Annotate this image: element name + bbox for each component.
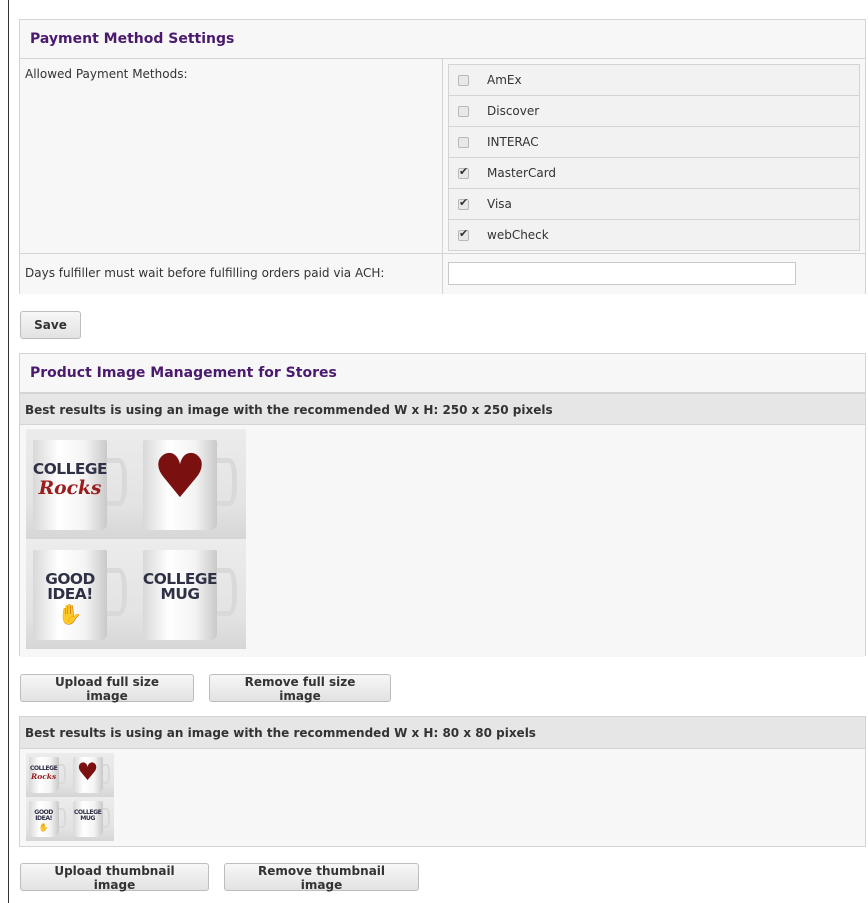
remove-thumbnail-button[interactable]: Remove thumbnail image xyxy=(224,863,419,892)
mastercard-checkbox[interactable] xyxy=(458,165,469,179)
left-border xyxy=(8,0,9,903)
thumbnail-image: COLLEGE Rocks ♥ GOOD IDEA! ✋ COLLEGE MUG xyxy=(26,753,114,841)
heart-icon: ♥ xyxy=(76,758,99,787)
mug-print: COLLEGE Rocks xyxy=(26,460,114,500)
mug-script-text: Rocks xyxy=(38,477,102,500)
mug-script-text: Rocks xyxy=(31,772,57,782)
payment-method-interac[interactable]: INTERAC xyxy=(449,127,859,158)
save-button[interactable]: Save xyxy=(20,311,81,339)
full-size-image-area: COLLEGE Rocks ♥ GOOD IDEA! ✋ COLLEGE MUG xyxy=(20,425,865,657)
payment-method-label: webCheck xyxy=(487,228,549,242)
thumbnail-image-area: COLLEGE Rocks ♥ GOOD IDEA! ✋ COLLEGE MUG xyxy=(20,749,865,846)
mug-text: MUG xyxy=(160,585,200,604)
mug-print: GOOD IDEA! ✋ xyxy=(26,571,114,627)
ach-row: Days fulfiller must wait before fulfilli… xyxy=(20,254,865,294)
thumb-mug-tile: COLLEGE MUG xyxy=(70,797,114,841)
payment-method-list: AmEx Discover INTERAC MasterCard Visa xyxy=(448,64,860,251)
thumbnail-panel: Best results is using an image with the … xyxy=(19,716,866,847)
payment-method-label: AmEx xyxy=(487,73,522,87)
thumbnail-hint: Best results is using an image with the … xyxy=(20,717,865,749)
upload-thumbnail-button[interactable]: Upload thumbnail image xyxy=(20,863,209,892)
payment-method-discover[interactable]: Discover xyxy=(449,96,859,127)
ach-days-input[interactable] xyxy=(448,262,796,285)
mug-print: COLLEGE MUG xyxy=(136,571,224,604)
payment-method-visa[interactable]: Visa xyxy=(449,189,859,220)
interac-checkbox[interactable] xyxy=(458,136,469,148)
webcheck-checkbox[interactable] xyxy=(458,227,469,241)
thumbs-up-icon: ✋ xyxy=(38,822,49,832)
mug-print: COLLEGE MUG xyxy=(70,810,105,822)
full-mug-tile: ♥ xyxy=(136,429,246,539)
payment-method-label: Discover xyxy=(487,104,540,118)
allowed-methods-row: Allowed Payment Methods: AmEx Discover I… xyxy=(20,59,865,254)
payment-method-label: MasterCard xyxy=(487,166,557,180)
upload-full-image-button[interactable]: Upload full size image xyxy=(20,674,194,703)
full-mug-tile: GOOD IDEA! ✋ xyxy=(26,539,136,649)
payment-method-label: INTERAC xyxy=(487,135,539,149)
remove-full-image-button[interactable]: Remove full size image xyxy=(209,674,391,703)
image-management-title: Product Image Management for Stores xyxy=(20,354,865,393)
visa-checkbox[interactable] xyxy=(458,196,469,210)
full-size-hint: Best results is using an image with the … xyxy=(20,393,865,425)
amex-checkbox[interactable] xyxy=(458,74,469,86)
thumb-mug-tile: ♥ xyxy=(70,753,114,797)
full-mug-tile: COLLEGE Rocks xyxy=(26,429,136,539)
ach-cell xyxy=(443,254,865,294)
payment-settings-title: Payment Method Settings xyxy=(20,20,865,59)
allowed-methods-cell: AmEx Discover INTERAC MasterCard Visa xyxy=(443,59,865,253)
payment-method-webcheck[interactable]: webCheck xyxy=(449,220,859,251)
payment-method-label: Visa xyxy=(487,197,512,211)
payment-method-mastercard[interactable]: MasterCard xyxy=(449,158,859,189)
mug-print: GOOD IDEA! ✋ xyxy=(26,810,61,832)
full-mug-tile: COLLEGE MUG xyxy=(136,539,246,649)
mug-text: COLLEGE xyxy=(32,460,108,478)
allowed-methods-label: Allowed Payment Methods: xyxy=(20,59,443,253)
discover-checkbox[interactable] xyxy=(458,105,469,117)
mug-text: MUG xyxy=(80,815,95,823)
full-size-image: COLLEGE Rocks ♥ GOOD IDEA! ✋ COLLEGE MUG xyxy=(26,429,246,649)
image-management-panel: Product Image Management for Stores Best… xyxy=(19,353,866,657)
payment-method-amex[interactable]: AmEx xyxy=(449,65,859,96)
heart-icon: ♥ xyxy=(152,441,208,512)
ach-label: Days fulfiller must wait before fulfilli… xyxy=(20,254,443,294)
mug-text: IDEA! xyxy=(47,585,93,604)
thumbs-up-icon: ✋ xyxy=(57,602,83,626)
thumb-mug-tile: GOOD IDEA! ✋ xyxy=(26,797,70,841)
mug-print: COLLEGE Rocks xyxy=(26,766,61,782)
payment-settings-panel: Payment Method Settings Allowed Payment … xyxy=(19,19,866,294)
thumb-mug-tile: COLLEGE Rocks xyxy=(26,753,70,797)
